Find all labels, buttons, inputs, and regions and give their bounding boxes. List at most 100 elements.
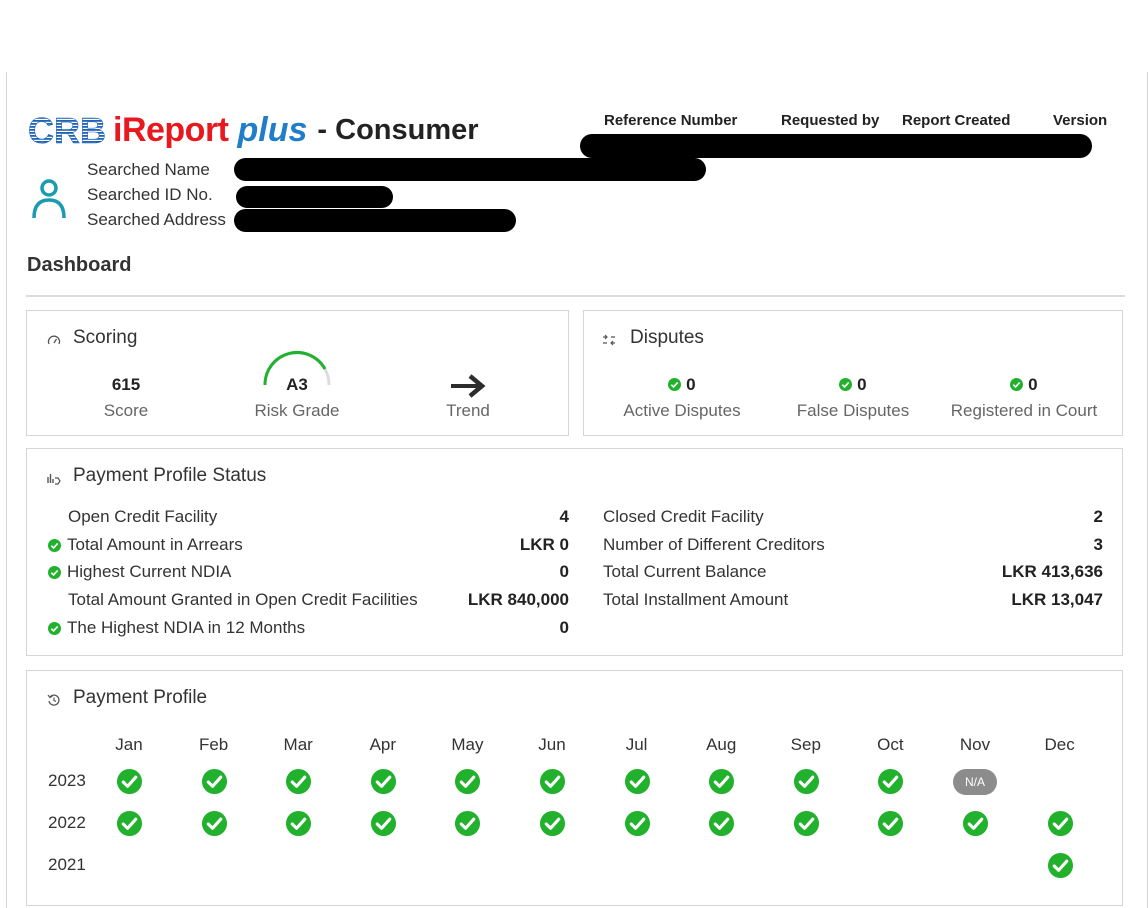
- check-circle-icon: [48, 539, 61, 552]
- pps-left-label: Highest Current NDIA: [67, 562, 232, 581]
- trend-stat: Trend: [383, 373, 553, 421]
- false-disputes-stat: 0 False Disputes: [768, 373, 938, 421]
- product-suffix: plus: [237, 110, 308, 149]
- check-circle-icon: [286, 810, 312, 837]
- score-value: 615: [111, 375, 141, 394]
- disputes-title: Disputes: [630, 327, 704, 348]
- disputes-card: Disputes 0 Active Disputes 0 False Dispu…: [583, 310, 1123, 436]
- pps-left-label: Open Credit Facility: [68, 507, 218, 526]
- payment-profile-title: Payment Profile: [73, 687, 208, 708]
- risk-grade-value: A3: [212, 351, 382, 397]
- payment-profile-status-card: Payment Profile Status Open Credit Facil…: [26, 448, 1123, 656]
- pps-left-label: Total Amount Granted in Open Credit Faci…: [68, 590, 418, 609]
- score-label: Score: [103, 401, 149, 420]
- report-logo: CRB iReport plus - Consumer: [27, 108, 479, 152]
- gauge-icon: [47, 335, 61, 345]
- check-circle-icon: [709, 768, 735, 795]
- check-circle-icon: [1047, 810, 1073, 837]
- pps-right-value: 3: [1093, 535, 1103, 554]
- disputes-icon: [603, 334, 615, 346]
- risk-grade-text: A3: [286, 375, 308, 394]
- history-icon: [47, 694, 60, 706]
- month-header: Nov: [959, 735, 991, 754]
- pps-right-label: Number of Different Creditors: [603, 535, 825, 554]
- check-circle-icon: [624, 768, 650, 795]
- check-circle-icon: [201, 810, 227, 837]
- check-circle-icon: [878, 810, 904, 837]
- pps-right-label: Closed Credit Facility: [603, 507, 764, 526]
- month-header: Sep: [790, 735, 821, 754]
- check-circle-icon: [962, 810, 989, 837]
- pps-right-value: LKR 413,636: [1001, 562, 1103, 581]
- year-label: 2022: [48, 813, 86, 832]
- check-circle-icon: [116, 768, 143, 795]
- check-circle-icon: [48, 622, 61, 635]
- pps-right-label: Total Current Balance: [603, 562, 767, 581]
- report-page: CRB iReport plus - Consumer Reference Nu…: [6, 72, 1148, 908]
- check-circle-icon: [539, 768, 566, 795]
- active-disputes-value: 0: [597, 373, 767, 397]
- score-stat: 615 Score: [41, 373, 211, 421]
- check-circle-icon: [878, 768, 904, 795]
- dashboard-title: Dashboard: [27, 254, 132, 276]
- check-circle-icon: [1010, 378, 1024, 391]
- arrow-right-icon: [451, 374, 486, 398]
- pps-right-label: Total Installment Amount: [603, 590, 789, 609]
- pps-right-value: LKR 13,047: [1011, 590, 1103, 609]
- false-disputes-value: 0: [768, 373, 938, 397]
- crb-logo-icon: CRB: [28, 111, 107, 149]
- false-disputes-label: False Disputes: [796, 401, 910, 420]
- pps-right-value: 2: [1093, 507, 1103, 526]
- month-header: Mar: [283, 735, 313, 754]
- court-disputes-count: 0: [1028, 375, 1038, 394]
- svg-text:CRB: CRB: [28, 111, 106, 149]
- pps-left-label: The Highest NDIA in 12 Months: [67, 618, 306, 637]
- searched-name-label: Searched Name: [87, 160, 210, 179]
- reference-number-header: Reference Number: [604, 112, 738, 129]
- check-circle-icon: [201, 768, 227, 795]
- pps-left-value: LKR 0: [519, 535, 569, 554]
- check-circle-icon: [455, 768, 481, 795]
- pps-left-value: LKR 840,000: [467, 590, 569, 609]
- active-disputes-stat: 0 Active Disputes: [597, 373, 767, 421]
- check-circle-icon: [48, 566, 61, 579]
- check-circle-icon: [116, 810, 143, 837]
- check-circle-icon: [793, 768, 819, 795]
- searched-address-label: Searched Address: [87, 210, 226, 229]
- pps-left-label: Total Amount in Arrears: [67, 535, 243, 554]
- check-circle-icon: [1047, 852, 1073, 879]
- check-circle-icon: [370, 810, 396, 837]
- check-circle-icon: [839, 378, 853, 391]
- redaction-bar: [236, 186, 393, 208]
- na-badge: N/A: [953, 769, 997, 795]
- scoring-title: Scoring: [73, 327, 138, 348]
- month-header: Jul: [625, 735, 648, 754]
- month-header: Jun: [538, 735, 566, 754]
- trend-label: Trend: [446, 401, 490, 420]
- month-header: Feb: [198, 735, 229, 754]
- active-disputes-label: Active Disputes: [623, 401, 741, 420]
- false-disputes-count: 0: [857, 375, 867, 394]
- risk-grade-stat: A3 Risk Grade: [212, 351, 382, 421]
- pps-left-value: 4: [559, 507, 569, 526]
- product-name: iReport: [113, 110, 229, 149]
- person-icon: [32, 179, 66, 219]
- report-type: - Consumer: [317, 113, 479, 146]
- year-label: 2023: [48, 771, 86, 790]
- court-disputes-label: Registered in Court: [950, 401, 1098, 420]
- pps-left-value: 0: [559, 562, 569, 581]
- searched-id-label: Searched ID No.: [87, 185, 213, 204]
- check-circle-icon: [286, 768, 312, 795]
- check-circle-icon: [668, 378, 682, 391]
- month-header: May: [451, 735, 484, 754]
- risk-grade-label: Risk Grade: [254, 401, 340, 420]
- month-header: Dec: [1044, 735, 1075, 754]
- month-header: Aug: [706, 735, 737, 754]
- requested-by-header: Requested by: [781, 112, 880, 129]
- report-created-header: Report Created: [902, 112, 1011, 129]
- court-disputes-value: 0: [939, 373, 1109, 397]
- divider: [26, 295, 1125, 297]
- check-circle-icon: [793, 810, 819, 837]
- active-disputes-count: 0: [686, 375, 696, 394]
- pps-left-value: 0: [559, 618, 569, 637]
